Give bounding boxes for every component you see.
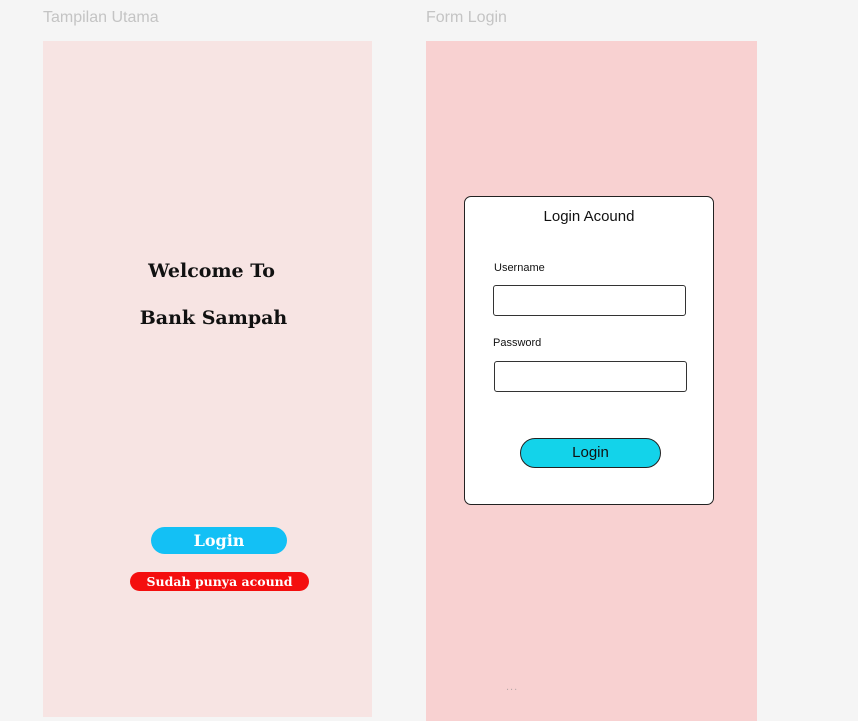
submit-login-button[interactable]: Login: [520, 438, 661, 468]
app-name-heading: Bank Sampah: [139, 307, 288, 329]
have-account-button[interactable]: Sudah punya acound: [130, 572, 309, 591]
frame-login-form: Login Acound Username Password Login ...: [426, 41, 757, 721]
frame-title-main: Tampilan Utama: [43, 9, 159, 26]
design-canvas: Tampilan Utama Form Login Welcome To Ban…: [0, 0, 858, 721]
frame-main-screen: Welcome To Bank Sampah Login Sudah punya…: [43, 41, 372, 717]
card-title: Login Acound: [543, 208, 635, 225]
username-label: Username: [494, 262, 545, 274]
username-input[interactable]: [493, 285, 686, 316]
more-indicator: ...: [506, 681, 519, 693]
welcome-heading: Welcome To: [148, 260, 275, 282]
login-button[interactable]: Login: [151, 527, 287, 554]
login-card: Login Acound Username Password Login: [464, 196, 714, 505]
password-label: Password: [493, 337, 542, 349]
password-input[interactable]: [494, 361, 687, 392]
frame-title-login: Form Login: [426, 9, 507, 26]
